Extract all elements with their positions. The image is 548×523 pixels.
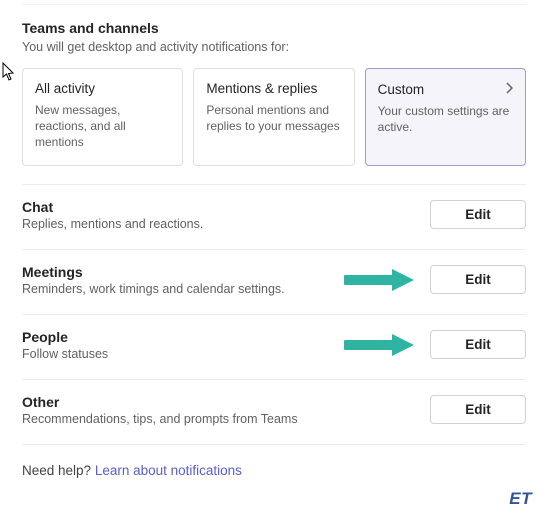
people-desc: Follow statuses: [22, 347, 418, 361]
chat-edit-button[interactable]: Edit: [430, 200, 526, 229]
divider: [22, 184, 526, 185]
people-title: People: [22, 329, 418, 345]
card-mentions-replies[interactable]: Mentions & replies Personal mentions and…: [193, 68, 354, 166]
teams-channels-cards: All activity New messages, reactions, an…: [22, 68, 526, 166]
card-desc: Your custom settings are active.: [378, 103, 513, 135]
help-prefix: Need help?: [22, 463, 95, 478]
teams-channels-subtitle: You will get desktop and activity notifi…: [22, 40, 526, 54]
divider: [22, 314, 526, 315]
card-title: Mentions & replies: [206, 81, 317, 96]
teams-channels-title: Teams and channels: [22, 20, 526, 36]
meetings-desc: Reminders, work timings and calendar set…: [22, 282, 418, 296]
chat-desc: Replies, mentions and reactions.: [22, 217, 418, 231]
divider: [22, 249, 526, 250]
teams-channels-section: Teams and channels You will get desktop …: [22, 20, 526, 166]
mouse-cursor: [2, 62, 16, 85]
people-row: People Follow statuses Edit: [22, 329, 526, 361]
card-title: All activity: [35, 81, 95, 96]
divider: [22, 444, 526, 445]
card-title: Custom: [378, 82, 425, 97]
card-custom[interactable]: Custom Your custom settings are active.: [365, 68, 526, 166]
other-edit-button[interactable]: Edit: [430, 395, 526, 424]
meetings-edit-button[interactable]: Edit: [430, 265, 526, 294]
meetings-row: Meetings Reminders, work timings and cal…: [22, 264, 526, 296]
chat-row: Chat Replies, mentions and reactions. Ed…: [22, 199, 526, 231]
card-desc: New messages, reactions, and all mention…: [35, 102, 170, 151]
learn-about-notifications-link[interactable]: Learn about notifications: [95, 463, 242, 478]
other-desc: Recommendations, tips, and prompts from …: [22, 412, 418, 426]
divider: [22, 379, 526, 380]
other-row: Other Recommendations, tips, and prompts…: [22, 394, 526, 426]
card-desc: Personal mentions and replies to your me…: [206, 102, 341, 134]
chat-title: Chat: [22, 199, 418, 215]
chevron-right-icon: [505, 81, 513, 97]
people-edit-button[interactable]: Edit: [430, 330, 526, 359]
card-all-activity[interactable]: All activity New messages, reactions, an…: [22, 68, 183, 166]
other-title: Other: [22, 394, 418, 410]
et-watermark: ET: [509, 489, 532, 509]
help-text: Need help? Learn about notifications: [22, 463, 526, 478]
meetings-title: Meetings: [22, 264, 418, 280]
top-divider: [22, 4, 526, 5]
